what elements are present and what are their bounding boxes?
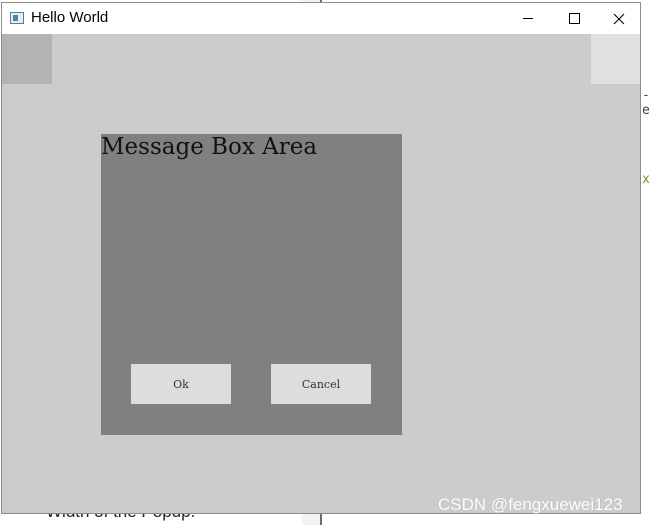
title-bar[interactable]: Hello World [2,3,640,34]
client-area: Message Box Area Ok Cancel [2,34,640,513]
minimize-icon [523,18,533,19]
maximize-button[interactable] [551,3,597,34]
message-box-title: Message Box Area [101,134,318,160]
minimize-button[interactable] [505,3,551,34]
ok-button[interactable]: Ok [131,364,231,404]
app-window: Hello World Message Box Area Ok Cancel [1,2,641,514]
window-title: Hello World [31,9,109,26]
background-code-snippet: xe [642,172,650,187]
background-code-snippet: -e [642,88,650,118]
corner-block-left [2,34,52,84]
message-box: Message Box Area Ok Cancel [101,134,402,435]
corner-block-right [591,34,640,84]
cancel-button[interactable]: Cancel [271,364,371,404]
app-icon [10,12,24,24]
maximize-icon [568,13,580,24]
close-button[interactable] [596,3,642,34]
close-icon [613,13,625,24]
watermark: CSDN @fengxuewei123 [438,495,623,514]
